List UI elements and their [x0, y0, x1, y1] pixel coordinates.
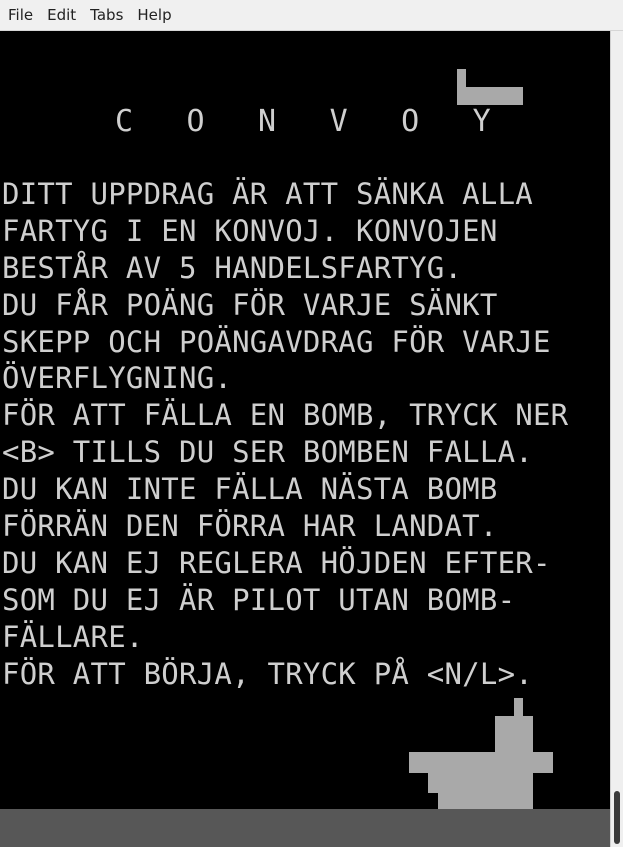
scrollbar-thumb[interactable]: [614, 791, 620, 844]
instruction-line: BESTÅR AV 5 HANDELSFARTYG.: [2, 250, 463, 285]
instruction-line: FÖR ATT FÄLLA EN BOMB, TRYCK NER: [2, 398, 569, 433]
instruction-line: DU KAN INTE FÄLLA NÄSTA BOMB: [2, 472, 498, 507]
instruction-line: ÖVERFLYGNING.: [2, 361, 233, 396]
instruction-line: FÖRRÄN DEN FÖRRA HAR LANDAT.: [2, 509, 498, 544]
menu-file[interactable]: File: [0, 0, 40, 31]
menubar: File Edit Tabs Help: [0, 0, 623, 31]
instruction-line: SKEPP OCH POÄNGAVDRAG FÖR VARJE: [2, 324, 551, 359]
terminal-screen[interactable]: C O N V O Y B O M B DITT UPPDRAG ÄR ATT …: [0, 31, 610, 847]
instruction-line: FÄLLARE.: [2, 619, 144, 654]
menu-edit[interactable]: Edit: [40, 0, 83, 31]
instruction-line: FÖR ATT BÖRJA, TRYCK PÅ <N/L>.: [2, 656, 533, 691]
vertical-scrollbar[interactable]: [610, 31, 623, 847]
menu-tabs[interactable]: Tabs: [83, 0, 130, 31]
game-title: C O N V O Y B O M B: [115, 104, 509, 139]
instruction-line: <B> TILLS DU SER BOMBEN FALLA.: [2, 435, 533, 470]
instructions-text: DITT UPPDRAG ÄR ATT SÄNKA ALLA FARTYG I …: [2, 176, 568, 692]
instruction-line: DITT UPPDRAG ÄR ATT SÄNKA ALLA: [2, 177, 533, 211]
instruction-line: SOM DU EJ ÄR PILOT UTAN BOMB-: [2, 582, 516, 617]
instruction-line: DU KAN EJ REGLERA HÖJDEN EFTER-: [2, 545, 551, 580]
instruction-line: DU FÅR POÄNG FÖR VARJE SÄNKT: [2, 287, 498, 322]
ground-strip: [0, 809, 610, 847]
menu-help[interactable]: Help: [130, 0, 178, 31]
instruction-line: FARTYG I EN KONVOJ. KONVOJEN: [2, 213, 498, 248]
